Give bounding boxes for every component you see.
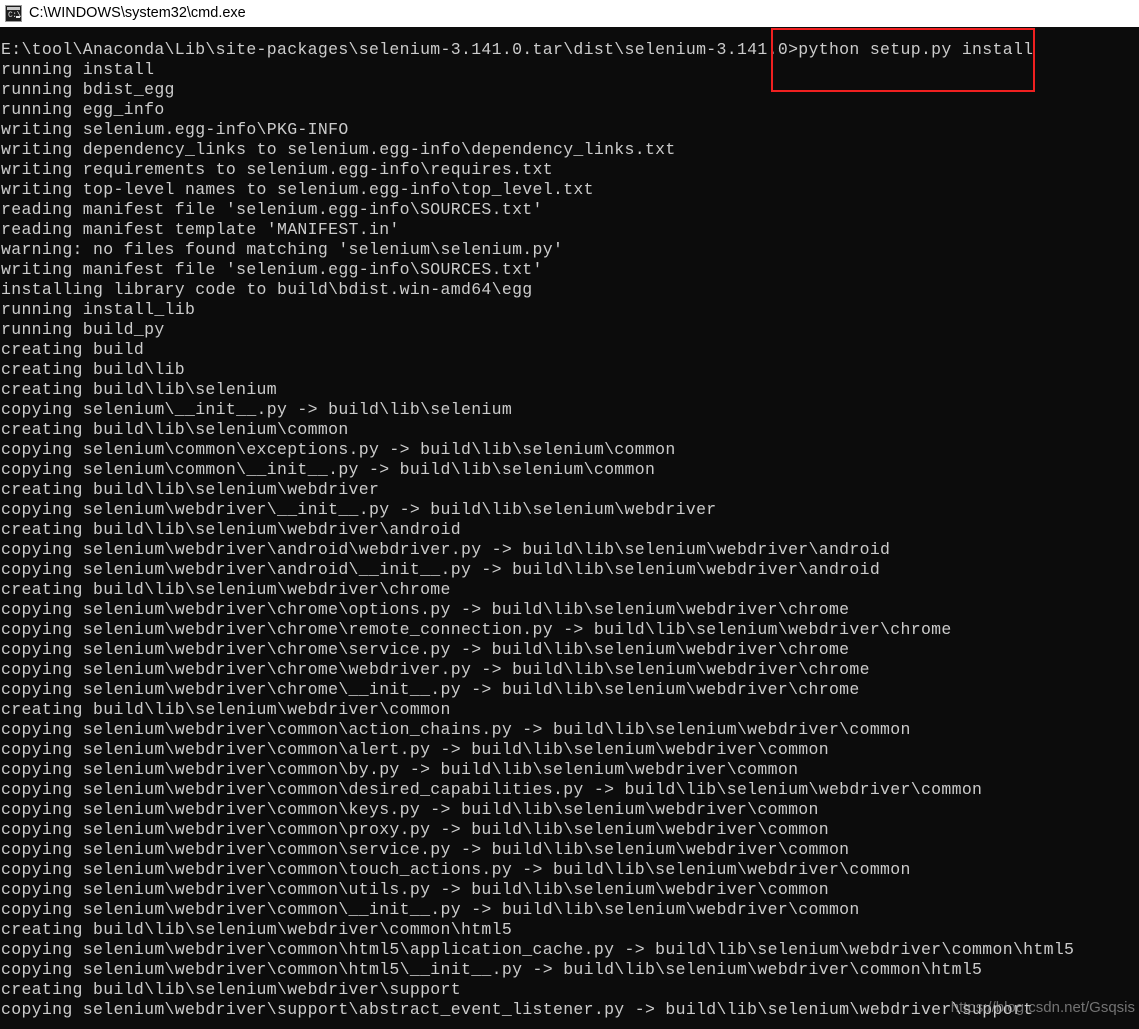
- console-line: copying selenium\webdriver\support\abstr…: [1, 1000, 1034, 1019]
- console-line: copying selenium\webdriver\common\desire…: [1, 780, 983, 799]
- cmd-icon-cursor: [16, 16, 20, 18]
- console-line: copying selenium\webdriver\common\utils.…: [1, 880, 829, 899]
- console-line: writing dependency_links to selenium.egg…: [1, 140, 676, 159]
- console-line: creating build\lib\selenium: [1, 380, 277, 399]
- window-title-bar[interactable]: C:\ C:\WINDOWS\system32\cmd.exe: [0, 0, 1139, 27]
- console-line: creating build\lib\selenium\common: [1, 420, 349, 439]
- cmd-window[interactable]: C:\ C:\WINDOWS\system32\cmd.exe E:\tool\…: [0, 0, 1139, 1029]
- console-line: writing selenium.egg-info\PKG-INFO: [1, 120, 349, 139]
- console-line: creating build\lib\selenium\webdriver: [1, 480, 380, 499]
- console-line: copying selenium\webdriver\chrome\remote…: [1, 620, 952, 639]
- console-line: copying selenium\webdriver\common\html5\…: [1, 960, 983, 979]
- console-line: copying selenium\webdriver\common\servic…: [1, 840, 850, 859]
- console-line: installing library code to build\bdist.w…: [1, 280, 533, 299]
- console-line: creating build\lib\selenium\webdriver\co…: [1, 700, 451, 719]
- console-line: copying selenium\webdriver\__init__.py -…: [1, 500, 717, 519]
- console-line: reading manifest file 'selenium.egg-info…: [1, 200, 543, 219]
- console-prompt-line: E:\tool\Anaconda\Lib\site-packages\selen…: [1, 40, 1034, 59]
- console-line: writing top-level names to selenium.egg-…: [1, 180, 594, 199]
- console-line: copying selenium\__init__.py -> build\li…: [1, 400, 513, 419]
- console-line: copying selenium\common\exceptions.py ->…: [1, 440, 676, 459]
- console-line: copying selenium\webdriver\android\webdr…: [1, 540, 891, 559]
- console-line: creating build\lib: [1, 360, 185, 379]
- console-line: running egg_info: [1, 100, 165, 119]
- console-line: creating build: [1, 340, 145, 359]
- console-line: copying selenium\common\__init__.py -> b…: [1, 460, 656, 479]
- console-line: running bdist_egg: [1, 80, 175, 99]
- console-line: copying selenium\webdriver\android\__ini…: [1, 560, 881, 579]
- cmd-icon-titlebar: [7, 7, 20, 10]
- console-line: copying selenium\webdriver\common\proxy.…: [1, 820, 829, 839]
- console-output[interactable]: E:\tool\Anaconda\Lib\site-packages\selen…: [0, 27, 1139, 1029]
- console-line: copying selenium\webdriver\common\__init…: [1, 900, 860, 919]
- console-line: copying selenium\webdriver\common\html5\…: [1, 940, 1075, 959]
- console-line: creating build\lib\selenium\webdriver\an…: [1, 520, 461, 539]
- console-line: creating build\lib\selenium\webdriver\ch…: [1, 580, 451, 599]
- console-line: copying selenium\webdriver\chrome\option…: [1, 600, 850, 619]
- console-line: running install_lib: [1, 300, 196, 319]
- console-line: writing requirements to selenium.egg-inf…: [1, 160, 553, 179]
- console-line: creating build\lib\selenium\webdriver\co…: [1, 920, 513, 939]
- console-line: copying selenium\webdriver\chrome\servic…: [1, 640, 850, 659]
- console-line: copying selenium\webdriver\common\keys.p…: [1, 800, 819, 819]
- window-title: C:\WINDOWS\system32\cmd.exe: [29, 5, 246, 21]
- console-line: writing manifest file 'selenium.egg-info…: [1, 260, 543, 279]
- console-line: warning: no files found matching 'seleni…: [1, 240, 564, 259]
- console-line: copying selenium\webdriver\common\by.py …: [1, 760, 799, 779]
- console-line: copying selenium\webdriver\chrome\__init…: [1, 680, 860, 699]
- cmd-icon: C:\: [5, 5, 22, 22]
- console-line: running install: [1, 60, 155, 79]
- console-line: copying selenium\webdriver\common\alert.…: [1, 740, 829, 759]
- console-line: copying selenium\webdriver\common\touch_…: [1, 860, 911, 879]
- console-line: reading manifest template 'MANIFEST.in': [1, 220, 400, 239]
- console-line: creating build\lib\selenium\webdriver\su…: [1, 980, 461, 999]
- console-line: running build_py: [1, 320, 165, 339]
- console-line: copying selenium\webdriver\chrome\webdri…: [1, 660, 870, 679]
- console-line: copying selenium\webdriver\common\action…: [1, 720, 911, 739]
